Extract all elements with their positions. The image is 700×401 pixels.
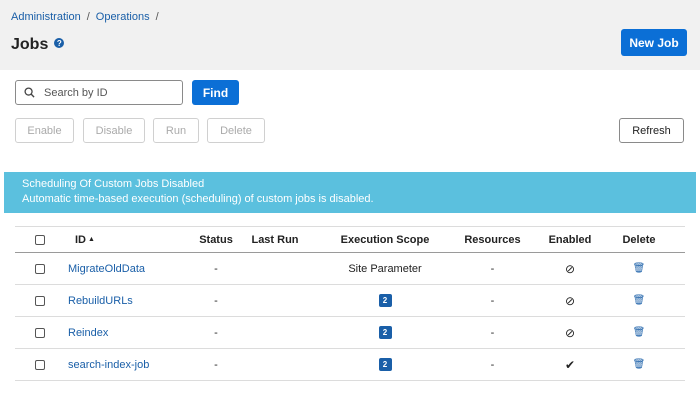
scope-count-badge[interactable]: 2 (378, 326, 392, 339)
refresh-button[interactable]: Refresh (619, 118, 684, 143)
breadcrumb-separator: / (155, 11, 159, 23)
page-title: Jobs ? (11, 36, 65, 54)
trash-icon[interactable]: 🗑 (615, 253, 663, 284)
table-row: MigrateOldData - Site Parameter - ⊘ 🗑 (15, 253, 685, 285)
delete-button[interactable]: Delete (207, 118, 265, 143)
execution-scope-cell: 2 (325, 349, 445, 380)
enabled-column-header: Enabled (548, 233, 592, 246)
job-id-link[interactable]: RebuildURLs (68, 295, 133, 307)
table-row: Reindex - 2 - ⊘ 🗑 (15, 317, 685, 349)
trash-icon[interactable]: 🗑 (615, 285, 663, 316)
jobs-table: ID ▲ Status Last Run Execution Scope Res… (15, 226, 685, 381)
scope-count-badge[interactable]: 2 (378, 358, 392, 371)
page-title-text: Jobs (11, 36, 49, 53)
resources-column-header: Resources (464, 233, 521, 246)
table-body: MigrateOldData - Site Parameter - ⊘ 🗑 RebuildU… (15, 253, 685, 381)
resources-cell: - (490, 358, 495, 371)
search-input[interactable] (42, 85, 172, 100)
breadcrumb-separator: / (86, 11, 90, 23)
last-run-column-header: Last Run (251, 233, 299, 246)
run-button[interactable]: Run (153, 118, 199, 143)
enabled-status-icon[interactable]: ✔ (545, 349, 595, 380)
select-all-cell (35, 227, 45, 252)
id-column-header[interactable]: ID ▲ (75, 227, 95, 252)
row-select-cell (35, 349, 45, 380)
enable-button[interactable]: Enable (15, 118, 74, 143)
scheduling-disabled-alert: Scheduling Of Custom Jobs Disabled Autom… (4, 172, 696, 213)
status-cell: - (214, 262, 218, 275)
execution-scope-cell: Site Parameter (325, 253, 445, 284)
alert-title: Scheduling Of Custom Jobs Disabled (22, 178, 205, 190)
last-run-cell (250, 349, 300, 380)
sort-ascending-icon: ▲ (88, 236, 95, 243)
job-id-link[interactable]: MigrateOldData (68, 263, 145, 275)
scope-count-badge[interactable]: 2 (378, 294, 392, 307)
disable-button[interactable]: Disable (83, 118, 145, 143)
table-row: search-index-job - 2 - ✔ 🗑 (15, 349, 685, 381)
row-select-cell (35, 317, 45, 348)
trash-icon[interactable]: 🗑 (615, 317, 663, 348)
trash-icon[interactable]: 🗑 (615, 349, 663, 380)
delete-column-header: Delete (622, 233, 656, 246)
row-checkbox[interactable] (35, 359, 45, 370)
resources-cell: - (490, 262, 495, 275)
status-cell: - (214, 358, 218, 371)
new-job-button[interactable]: New Job (621, 29, 687, 56)
find-button[interactable]: Find (192, 80, 239, 105)
row-select-cell (35, 253, 45, 284)
page-header: Administration / Operations / Jobs ? New… (0, 0, 700, 70)
execution-scope-cell: 2 (325, 317, 445, 348)
execution-scope-cell: 2 (325, 285, 445, 316)
row-checkbox[interactable] (35, 327, 45, 338)
enabled-status-icon[interactable]: ⊘ (545, 253, 595, 284)
breadcrumb: Administration / Operations / (11, 11, 159, 23)
alert-message: Automatic time-based execution (scheduli… (22, 193, 374, 205)
status-cell: - (214, 294, 218, 307)
breadcrumb-operations[interactable]: Operations (96, 11, 150, 23)
execution-scope-column-header: Execution Scope (340, 233, 430, 246)
enabled-status-icon[interactable]: ⊘ (545, 285, 595, 316)
scope-text: Site Parameter (348, 262, 422, 275)
last-run-cell (250, 253, 300, 284)
resources-cell: - (490, 326, 495, 339)
row-checkbox[interactable] (35, 295, 45, 306)
table-header-row: ID ▲ Status Last Run Execution Scope Res… (15, 226, 685, 253)
resources-cell: - (490, 294, 495, 307)
enabled-status-icon[interactable]: ⊘ (545, 317, 595, 348)
help-icon[interactable]: ? (54, 38, 65, 48)
id-header-label: ID (75, 233, 86, 246)
row-checkbox[interactable] (35, 263, 45, 274)
job-id-cell: RebuildURLs (68, 285, 133, 316)
last-run-cell (250, 285, 300, 316)
status-cell: - (214, 326, 218, 339)
search-icon (24, 87, 35, 98)
status-column-header: Status (199, 233, 233, 246)
table-row: RebuildURLs - 2 - ⊘ 🗑 (15, 285, 685, 317)
row-select-cell (35, 285, 45, 316)
search-field[interactable] (15, 80, 183, 105)
job-id-cell: Reindex (68, 317, 108, 348)
job-id-link[interactable]: Reindex (68, 327, 108, 339)
last-run-cell (250, 317, 300, 348)
job-id-cell: search-index-job (68, 349, 149, 380)
job-id-link[interactable]: search-index-job (68, 359, 149, 371)
job-id-cell: MigrateOldData (68, 253, 145, 284)
select-all-checkbox[interactable] (35, 234, 45, 245)
breadcrumb-administration[interactable]: Administration (11, 11, 81, 23)
